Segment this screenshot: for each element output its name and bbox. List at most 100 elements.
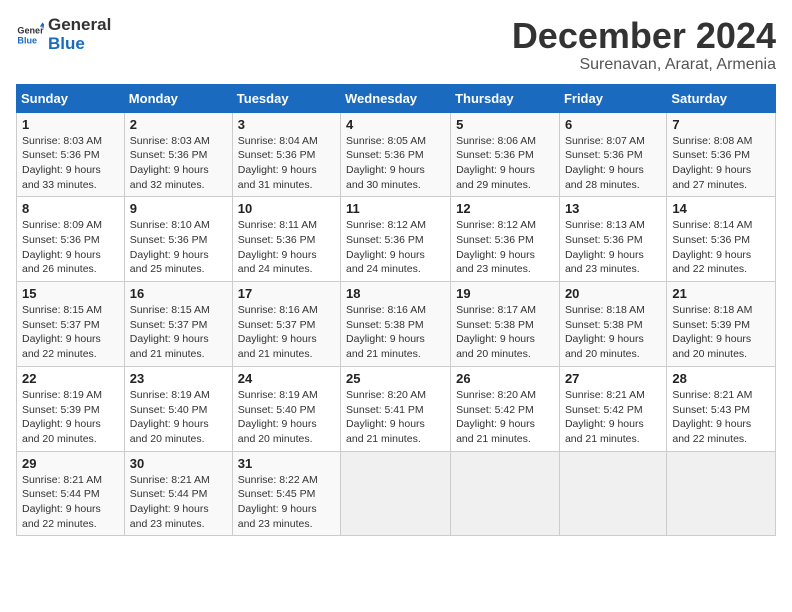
header-friday: Friday <box>559 84 666 112</box>
calendar-row: 8 Sunrise: 8:09 AM Sunset: 5:36 PM Dayli… <box>17 197 776 282</box>
day-number: 31 <box>238 456 335 471</box>
day-info: Sunrise: 8:19 AM Sunset: 5:39 PM Dayligh… <box>22 388 119 447</box>
day-info: Sunrise: 8:12 AM Sunset: 5:36 PM Dayligh… <box>456 218 554 277</box>
day-info: Sunrise: 8:21 AM Sunset: 5:44 PM Dayligh… <box>22 473 119 532</box>
calendar-cell: 30 Sunrise: 8:21 AM Sunset: 5:44 PM Dayl… <box>124 451 232 536</box>
day-number: 4 <box>346 117 445 132</box>
calendar-cell: 24 Sunrise: 8:19 AM Sunset: 5:40 PM Dayl… <box>232 366 340 451</box>
logo-icon: General Blue <box>16 21 44 49</box>
month-title: December 2024 <box>512 16 776 56</box>
calendar-cell: 13 Sunrise: 8:13 AM Sunset: 5:36 PM Dayl… <box>559 197 666 282</box>
day-number: 28 <box>672 371 770 386</box>
day-info: Sunrise: 8:15 AM Sunset: 5:37 PM Dayligh… <box>22 303 119 362</box>
day-number: 22 <box>22 371 119 386</box>
calendar-cell: 29 Sunrise: 8:21 AM Sunset: 5:44 PM Dayl… <box>17 451 125 536</box>
header-wednesday: Wednesday <box>341 84 451 112</box>
day-info: Sunrise: 8:14 AM Sunset: 5:36 PM Dayligh… <box>672 218 770 277</box>
day-number: 16 <box>130 286 227 301</box>
day-info: Sunrise: 8:21 AM Sunset: 5:42 PM Dayligh… <box>565 388 661 447</box>
day-number: 18 <box>346 286 445 301</box>
calendar-cell: 5 Sunrise: 8:06 AM Sunset: 5:36 PM Dayli… <box>451 112 560 197</box>
calendar-cell: 21 Sunrise: 8:18 AM Sunset: 5:39 PM Dayl… <box>667 282 776 367</box>
logo: General Blue General Blue <box>16 16 111 53</box>
day-info: Sunrise: 8:10 AM Sunset: 5:36 PM Dayligh… <box>130 218 227 277</box>
day-number: 26 <box>456 371 554 386</box>
calendar-cell: 15 Sunrise: 8:15 AM Sunset: 5:37 PM Dayl… <box>17 282 125 367</box>
day-number: 25 <box>346 371 445 386</box>
day-info: Sunrise: 8:12 AM Sunset: 5:36 PM Dayligh… <box>346 218 445 277</box>
calendar-cell <box>451 451 560 536</box>
calendar-row: 22 Sunrise: 8:19 AM Sunset: 5:39 PM Dayl… <box>17 366 776 451</box>
day-number: 12 <box>456 201 554 216</box>
day-info: Sunrise: 8:16 AM Sunset: 5:37 PM Dayligh… <box>238 303 335 362</box>
header-thursday: Thursday <box>451 84 560 112</box>
day-number: 20 <box>565 286 661 301</box>
day-number: 29 <box>22 456 119 471</box>
days-of-week-row: Sunday Monday Tuesday Wednesday Thursday… <box>17 84 776 112</box>
day-number: 6 <box>565 117 661 132</box>
calendar-cell: 16 Sunrise: 8:15 AM Sunset: 5:37 PM Dayl… <box>124 282 232 367</box>
day-info: Sunrise: 8:19 AM Sunset: 5:40 PM Dayligh… <box>130 388 227 447</box>
calendar-cell: 10 Sunrise: 8:11 AM Sunset: 5:36 PM Dayl… <box>232 197 340 282</box>
day-number: 30 <box>130 456 227 471</box>
header-tuesday: Tuesday <box>232 84 340 112</box>
day-number: 11 <box>346 201 445 216</box>
day-number: 8 <box>22 201 119 216</box>
day-info: Sunrise: 8:21 AM Sunset: 5:43 PM Dayligh… <box>672 388 770 447</box>
day-number: 15 <box>22 286 119 301</box>
day-info: Sunrise: 8:04 AM Sunset: 5:36 PM Dayligh… <box>238 134 335 193</box>
calendar-cell: 8 Sunrise: 8:09 AM Sunset: 5:36 PM Dayli… <box>17 197 125 282</box>
calendar-cell: 9 Sunrise: 8:10 AM Sunset: 5:36 PM Dayli… <box>124 197 232 282</box>
logo-line2: Blue <box>48 35 111 54</box>
calendar-cell: 6 Sunrise: 8:07 AM Sunset: 5:36 PM Dayli… <box>559 112 666 197</box>
calendar-cell: 7 Sunrise: 8:08 AM Sunset: 5:36 PM Dayli… <box>667 112 776 197</box>
calendar-cell: 17 Sunrise: 8:16 AM Sunset: 5:37 PM Dayl… <box>232 282 340 367</box>
day-number: 27 <box>565 371 661 386</box>
calendar-row: 1 Sunrise: 8:03 AM Sunset: 5:36 PM Dayli… <box>17 112 776 197</box>
day-info: Sunrise: 8:18 AM Sunset: 5:39 PM Dayligh… <box>672 303 770 362</box>
calendar-cell: 25 Sunrise: 8:20 AM Sunset: 5:41 PM Dayl… <box>341 366 451 451</box>
day-info: Sunrise: 8:09 AM Sunset: 5:36 PM Dayligh… <box>22 218 119 277</box>
day-info: Sunrise: 8:03 AM Sunset: 5:36 PM Dayligh… <box>130 134 227 193</box>
calendar-cell: 18 Sunrise: 8:16 AM Sunset: 5:38 PM Dayl… <box>341 282 451 367</box>
day-info: Sunrise: 8:18 AM Sunset: 5:38 PM Dayligh… <box>565 303 661 362</box>
day-number: 2 <box>130 117 227 132</box>
location-subtitle: Surenavan, Ararat, Armenia <box>512 56 776 74</box>
calendar-row: 15 Sunrise: 8:15 AM Sunset: 5:37 PM Dayl… <box>17 282 776 367</box>
calendar-cell <box>667 451 776 536</box>
day-info: Sunrise: 8:08 AM Sunset: 5:36 PM Dayligh… <box>672 134 770 193</box>
calendar-table: Sunday Monday Tuesday Wednesday Thursday… <box>16 84 776 537</box>
calendar-cell: 28 Sunrise: 8:21 AM Sunset: 5:43 PM Dayl… <box>667 366 776 451</box>
calendar-cell: 1 Sunrise: 8:03 AM Sunset: 5:36 PM Dayli… <box>17 112 125 197</box>
svg-text:Blue: Blue <box>17 35 37 45</box>
day-number: 13 <box>565 201 661 216</box>
day-info: Sunrise: 8:07 AM Sunset: 5:36 PM Dayligh… <box>565 134 661 193</box>
day-info: Sunrise: 8:11 AM Sunset: 5:36 PM Dayligh… <box>238 218 335 277</box>
day-info: Sunrise: 8:06 AM Sunset: 5:36 PM Dayligh… <box>456 134 554 193</box>
day-number: 1 <box>22 117 119 132</box>
svg-text:General: General <box>17 25 44 35</box>
day-number: 14 <box>672 201 770 216</box>
day-number: 5 <box>456 117 554 132</box>
calendar-cell: 22 Sunrise: 8:19 AM Sunset: 5:39 PM Dayl… <box>17 366 125 451</box>
day-info: Sunrise: 8:17 AM Sunset: 5:38 PM Dayligh… <box>456 303 554 362</box>
day-info: Sunrise: 8:19 AM Sunset: 5:40 PM Dayligh… <box>238 388 335 447</box>
calendar-row: 29 Sunrise: 8:21 AM Sunset: 5:44 PM Dayl… <box>17 451 776 536</box>
day-info: Sunrise: 8:13 AM Sunset: 5:36 PM Dayligh… <box>565 218 661 277</box>
day-info: Sunrise: 8:21 AM Sunset: 5:44 PM Dayligh… <box>130 473 227 532</box>
day-info: Sunrise: 8:03 AM Sunset: 5:36 PM Dayligh… <box>22 134 119 193</box>
calendar-cell: 4 Sunrise: 8:05 AM Sunset: 5:36 PM Dayli… <box>341 112 451 197</box>
header-sunday: Sunday <box>17 84 125 112</box>
day-number: 17 <box>238 286 335 301</box>
calendar-cell: 31 Sunrise: 8:22 AM Sunset: 5:45 PM Dayl… <box>232 451 340 536</box>
day-info: Sunrise: 8:16 AM Sunset: 5:38 PM Dayligh… <box>346 303 445 362</box>
calendar-cell: 3 Sunrise: 8:04 AM Sunset: 5:36 PM Dayli… <box>232 112 340 197</box>
calendar-cell: 11 Sunrise: 8:12 AM Sunset: 5:36 PM Dayl… <box>341 197 451 282</box>
calendar-cell: 23 Sunrise: 8:19 AM Sunset: 5:40 PM Dayl… <box>124 366 232 451</box>
day-info: Sunrise: 8:20 AM Sunset: 5:42 PM Dayligh… <box>456 388 554 447</box>
calendar-cell: 26 Sunrise: 8:20 AM Sunset: 5:42 PM Dayl… <box>451 366 560 451</box>
page-header: General Blue General Blue December 2024 … <box>16 16 776 74</box>
day-number: 10 <box>238 201 335 216</box>
calendar-cell: 14 Sunrise: 8:14 AM Sunset: 5:36 PM Dayl… <box>667 197 776 282</box>
calendar-cell: 19 Sunrise: 8:17 AM Sunset: 5:38 PM Dayl… <box>451 282 560 367</box>
